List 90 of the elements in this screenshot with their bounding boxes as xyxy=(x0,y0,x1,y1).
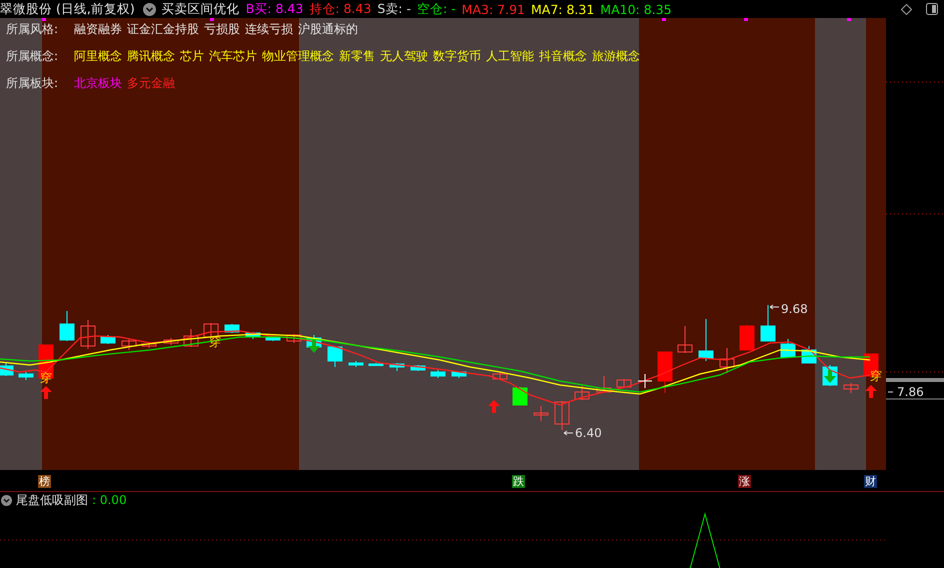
candlestick xyxy=(574,386,590,400)
signal-mark xyxy=(662,18,666,21)
tag-text[interactable]: 无人驾驶 xyxy=(380,48,428,64)
info-label: 所属板块: xyxy=(6,74,60,92)
tag-text[interactable]: 北京板块 xyxy=(74,74,122,92)
price-label: 6.40 xyxy=(575,426,602,440)
tag-text[interactable]: 人工智能 xyxy=(486,48,534,64)
indicator-value: 持仓: 8.43 xyxy=(309,0,372,18)
candlestick xyxy=(760,304,776,342)
dropdown-icon[interactable] xyxy=(142,2,156,16)
candlestick xyxy=(534,406,548,422)
candlestick xyxy=(142,342,156,348)
tag-text[interactable]: 数字货币 xyxy=(433,48,481,64)
candlestick xyxy=(430,370,446,378)
candlestick xyxy=(492,372,508,380)
tag-text[interactable]: 亏损股 xyxy=(204,20,240,38)
down-arrow-icon xyxy=(308,340,320,353)
up-arrow-icon xyxy=(865,385,877,398)
indicator-value: MA10: 8.35 xyxy=(600,2,672,16)
up-arrow-icon xyxy=(488,400,500,413)
event-badge[interactable]: 榜 xyxy=(38,475,51,488)
event-badge[interactable]: 跌 xyxy=(512,475,525,488)
candlestick xyxy=(246,332,260,340)
candlestick xyxy=(596,376,612,394)
sub-chart-value: : 0.00 xyxy=(92,493,127,507)
leader-arrow-icon xyxy=(770,304,780,310)
tag-text[interactable]: 物业管理概念 xyxy=(262,48,334,64)
candlestick xyxy=(658,352,672,394)
candlestick xyxy=(390,362,404,372)
signal-mark xyxy=(744,18,748,21)
indicator-name: 买卖区间优化 xyxy=(162,0,240,18)
tag-text[interactable]: 旅游概念 xyxy=(592,48,640,64)
panel-toggle-icon[interactable] xyxy=(926,3,938,15)
info-label: 所属概念: xyxy=(6,48,60,64)
tag-text[interactable]: 抖音概念 xyxy=(539,48,587,64)
indicator-value: 空仓: - xyxy=(416,0,456,18)
event-badge[interactable]: 财 xyxy=(864,475,877,488)
candlestick xyxy=(122,338,136,350)
price-label: 9.68 xyxy=(781,302,808,316)
candlestick xyxy=(844,382,858,394)
up-arrow-icon xyxy=(40,386,52,399)
candlestick xyxy=(266,336,280,342)
candlestick xyxy=(164,338,178,346)
tag-text[interactable]: 芯片 xyxy=(180,48,204,64)
tag-text[interactable]: 腾讯概念 xyxy=(127,48,175,64)
candlestick xyxy=(368,362,384,366)
info-label: 所属风格: xyxy=(6,20,60,38)
candlestick xyxy=(100,334,116,344)
down-arrow-icon xyxy=(824,370,836,383)
collapse-icon[interactable] xyxy=(1,494,12,506)
candlestick xyxy=(720,348,734,374)
tag-text[interactable]: 多元金融 xyxy=(127,74,175,92)
tag-text[interactable]: 阿里概念 xyxy=(74,48,122,64)
candlestick xyxy=(286,334,302,344)
price-marker-bar xyxy=(886,378,944,382)
tag-text[interactable]: 连续亏损 xyxy=(245,20,293,38)
candlestick xyxy=(512,386,528,406)
event-badge[interactable]: 涨 xyxy=(738,475,751,488)
tag-text[interactable]: 融资融券 xyxy=(74,20,122,38)
tag-text[interactable]: 汽车芯片 xyxy=(209,48,257,64)
tag-text[interactable]: 沪股通标的 xyxy=(298,20,358,38)
candlestick xyxy=(554,400,570,430)
axis-price-label: 7.86 xyxy=(897,385,924,399)
candlestick xyxy=(80,320,96,350)
diamond-icon[interactable] xyxy=(901,4,912,14)
stock-title: 翠微股份 (日线,前复权) xyxy=(0,0,135,18)
indicator-value: MA3: 7.91 xyxy=(462,2,525,16)
tag-text[interactable]: 证金汇金持股 xyxy=(127,20,199,38)
candlestick xyxy=(698,318,714,362)
candlestick xyxy=(678,326,692,354)
signal-line xyxy=(690,512,720,568)
candlestick xyxy=(18,372,34,380)
candlestick xyxy=(780,338,796,358)
leader-arrow-icon xyxy=(564,430,574,436)
candlestick xyxy=(184,328,198,348)
indicator-value: B买: 8.43 xyxy=(246,0,304,18)
signal-mark xyxy=(210,18,214,21)
candlestick xyxy=(60,310,74,342)
sub-chart-title: 尾盘低吸副图 xyxy=(16,492,88,508)
tag-text[interactable]: 新零售 xyxy=(339,48,375,64)
crosshair-icon xyxy=(638,374,652,388)
candlestick xyxy=(452,372,466,378)
signal-mark xyxy=(42,18,46,21)
candlestick xyxy=(328,346,342,368)
indicator-value: MA7: 8.31 xyxy=(530,2,594,16)
candlestick xyxy=(616,378,632,388)
candlestick xyxy=(410,364,426,372)
signal-mark xyxy=(847,18,851,21)
indicator-value: S卖: - xyxy=(377,0,411,18)
candlestick xyxy=(740,324,754,350)
